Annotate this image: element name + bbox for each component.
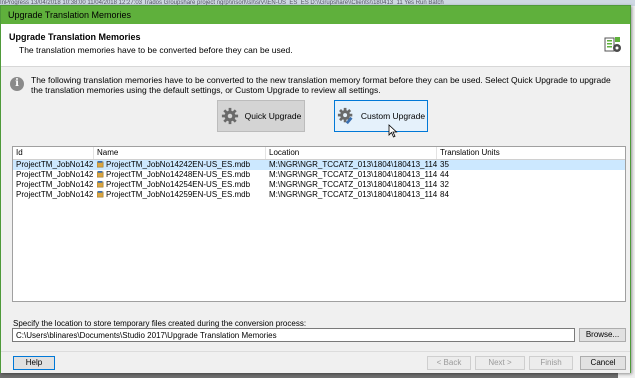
cell-name: ProjectTM_JobNo14248EN-US_ES.mdb [94, 170, 266, 180]
back-button[interactable]: < Back [427, 356, 471, 370]
cell-units: 44 [440, 170, 449, 179]
column-header-location[interactable]: Location [266, 147, 437, 159]
column-header-name[interactable]: Name [94, 147, 266, 159]
table-header: Id Name Location Translation Units [13, 147, 625, 160]
cell-location: M:\NGR\NGR_TCCATZ_013\1804\180413_114536… [269, 170, 437, 179]
dialog-header: Upgrade Translation Memories The transla… [1, 24, 630, 67]
dialog-body: i The following translation memories hav… [1, 67, 630, 351]
quick-upgrade-label: Quick Upgrade [244, 111, 302, 121]
dialog-title: Upgrade Translation Memories [8, 10, 132, 20]
tm-upgrade-icon [604, 37, 621, 52]
database-icon [97, 161, 104, 168]
database-icon [97, 191, 104, 198]
gear-pencil-icon [337, 107, 353, 125]
column-header-units[interactable]: Translation Units [437, 147, 625, 159]
column-header-id[interactable]: Id [13, 147, 94, 159]
browse-button[interactable]: Browse... [579, 328, 626, 342]
cancel-button[interactable]: Cancel [580, 356, 626, 370]
help-button[interactable]: Help [13, 356, 55, 370]
header-title: Upgrade Translation Memories [9, 32, 141, 42]
cell-units: 32 [440, 180, 449, 189]
custom-upgrade-label: Custom Upgrade [360, 111, 426, 121]
database-icon [97, 181, 104, 188]
cell-name-text: ProjectTM_JobNo14242EN-US_ES.mdb [106, 160, 251, 169]
cell-id: ProjectTM_JobNo142... [16, 170, 94, 179]
info-icon: i [10, 77, 24, 91]
cell-name: ProjectTM_JobNo14242EN-US_ES.mdb [94, 160, 266, 170]
cell-location: M:\NGR\NGR_TCCATZ_013\1804\180413_114536… [269, 180, 437, 189]
cell-units: 84 [440, 190, 449, 199]
cell-name: ProjectTM_JobNo14259EN-US_ES.mdb [94, 190, 266, 200]
cell-name: ProjectTM_JobNo14254EN-US_ES.mdb [94, 180, 266, 190]
finish-button[interactable]: Finish [529, 356, 573, 370]
cell-name-text: ProjectTM_JobNo14248EN-US_ES.mdb [106, 170, 251, 179]
dialog-titlebar[interactable]: Upgrade Translation Memories [1, 6, 630, 24]
cell-id: ProjectTM_JobNo142... [16, 160, 94, 169]
header-subtitle: The translation memories have to be conv… [19, 45, 293, 55]
temp-location-input[interactable] [12, 328, 575, 342]
gear-icon [221, 107, 238, 125]
temp-location-label: Specify the location to store temporary … [13, 319, 307, 328]
upgrade-tm-dialog: Upgrade Translation Memories Upgrade Tra… [0, 5, 631, 373]
quick-upgrade-button[interactable]: Quick Upgrade [217, 100, 305, 132]
cell-location: M:\NGR\NGR_TCCATZ_013\1804\180413_114536… [269, 160, 437, 169]
cell-name-text: ProjectTM_JobNo14254EN-US_ES.mdb [106, 180, 251, 189]
cell-location: M:\NGR\NGR_TCCATZ_013\1804\180413_114536… [269, 190, 437, 199]
table-row[interactable]: ProjectTM_JobNo142... ProjectTM_JobNo142… [13, 180, 625, 190]
cell-units: 35 [440, 160, 449, 169]
table-row[interactable]: ProjectTM_JobNo142... ProjectTM_JobNo142… [13, 170, 625, 180]
custom-upgrade-button[interactable]: Custom Upgrade [334, 100, 428, 132]
tm-table: Id Name Location Translation Units Proje… [12, 146, 626, 302]
cell-id: ProjectTM_JobNo142... [16, 180, 94, 189]
table-row[interactable]: ProjectTM_JobNo142... ProjectTM_JobNo142… [13, 190, 625, 200]
info-text: The following translation memories have … [31, 75, 611, 95]
cell-id: ProjectTM_JobNo142... [16, 190, 94, 199]
cell-name-text: ProjectTM_JobNo14259EN-US_ES.mdb [106, 190, 251, 199]
dialog-footer: Help < Back Next > Finish Cancel [1, 351, 630, 373]
mouse-cursor-icon [388, 124, 398, 138]
table-row[interactable]: ProjectTM_JobNo142... ProjectTM_JobNo142… [13, 160, 625, 170]
database-icon [97, 171, 104, 178]
next-button[interactable]: Next > [475, 356, 525, 370]
